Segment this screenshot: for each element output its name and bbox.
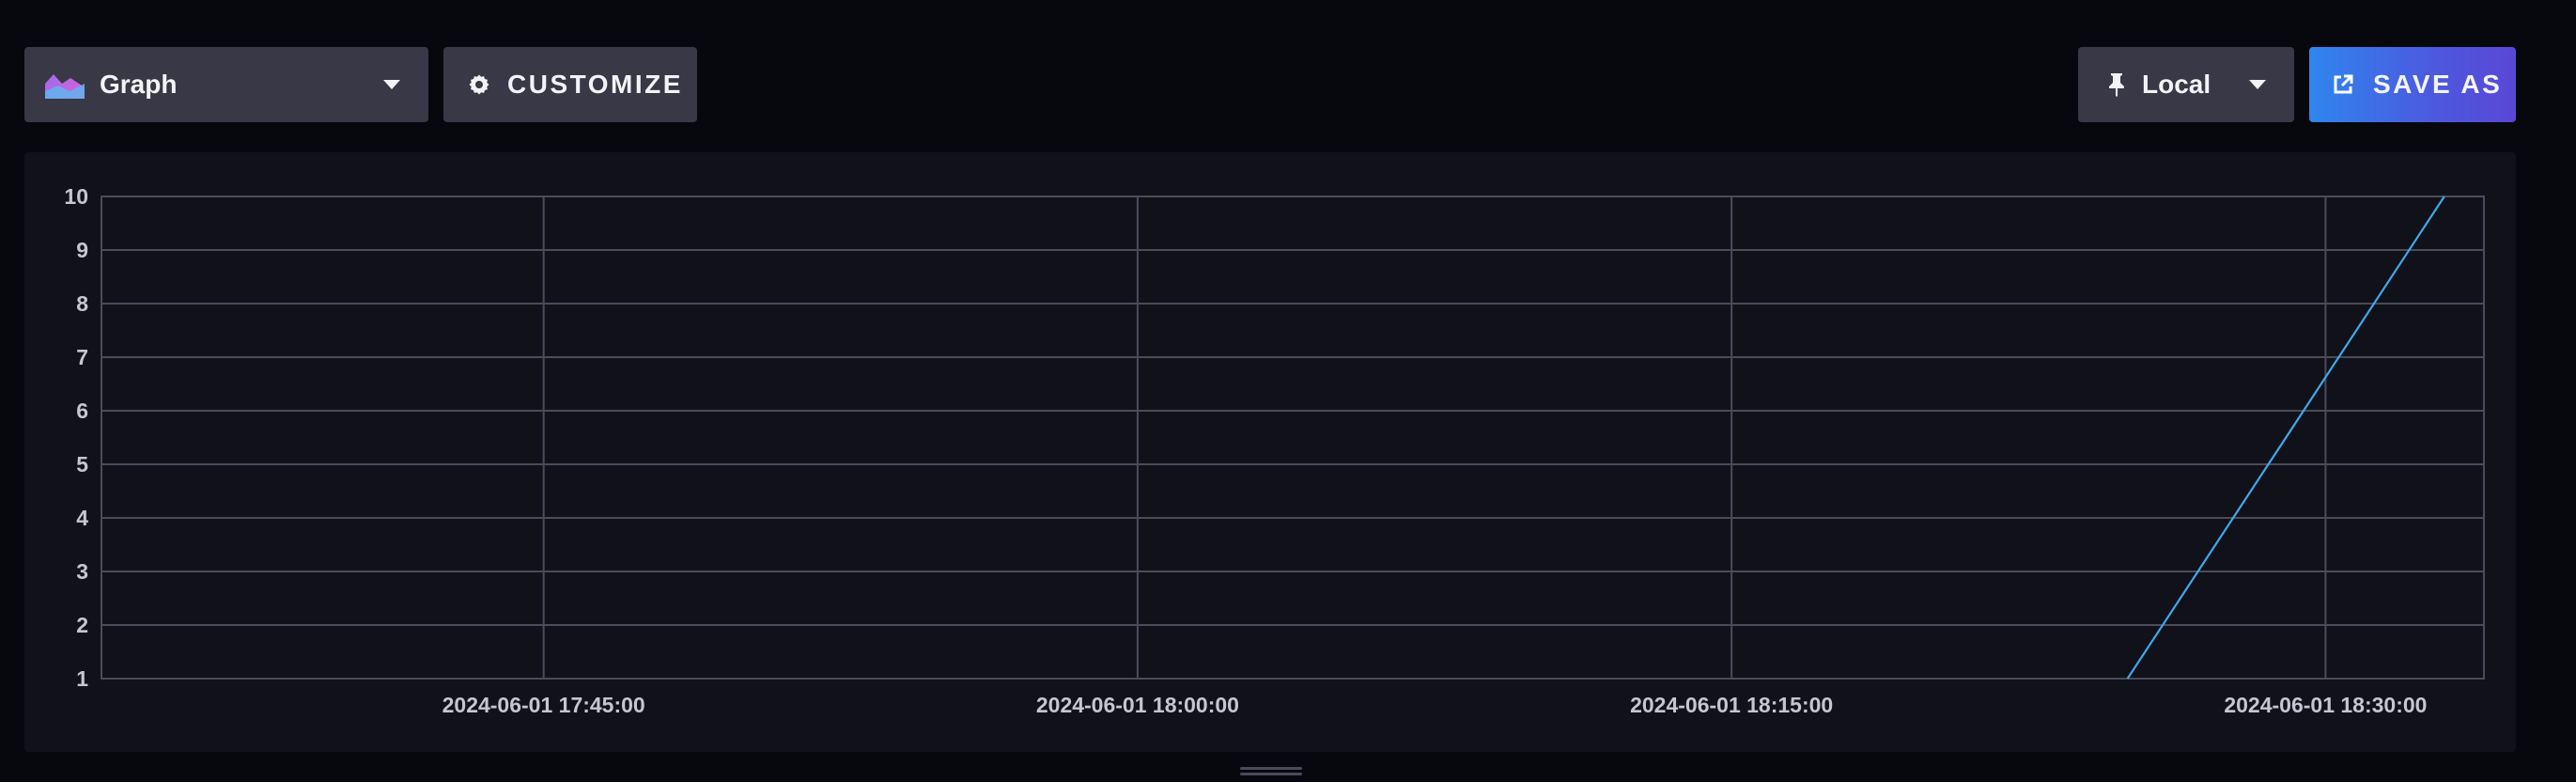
line-graph: 1 2 3 4 5 6 7 8 9 10 2024-06-01 17:45:00 2024-06-01…: [64, 184, 2485, 717]
y-tick-label: 3: [76, 559, 88, 584]
pin-icon: [2109, 73, 2124, 97]
graph-type-icon: [45, 74, 85, 99]
visualization-type-label: Graph: [100, 70, 178, 99]
customize-label: CUSTOMIZE: [507, 70, 683, 99]
graph-panel: 1 2 3 4 5 6 7 8 9 10 2024-06-01 17:45:00 2024-06-01…: [24, 152, 2516, 752]
y-tick-label: 2: [76, 613, 88, 637]
x-tick-label: 2024-06-01 18:30:00: [2224, 693, 2427, 717]
y-tick-label: 1: [76, 666, 88, 691]
chevron-down-icon: [383, 80, 400, 89]
series-line: [2126, 196, 2445, 680]
save-as-button[interactable]: SAVE AS: [2309, 47, 2516, 122]
customize-button[interactable]: CUSTOMIZE: [443, 47, 697, 122]
toolbar: Graph CUSTOMIZE Local SAVE AS: [0, 0, 2576, 150]
y-tick-label: 7: [76, 345, 88, 369]
y-tick-label: 10: [64, 184, 88, 209]
y-tick-label: 6: [76, 399, 88, 423]
timezone-dropdown[interactable]: Local: [2078, 47, 2294, 122]
y-tick-label: 8: [76, 291, 88, 316]
gear-icon: [469, 74, 489, 95]
chevron-down-icon: [2249, 80, 2266, 89]
timezone-label: Local: [2142, 70, 2211, 99]
x-tick-label: 2024-06-01 17:45:00: [442, 693, 645, 717]
resize-handle[interactable]: [1240, 767, 1302, 776]
x-tick-label: 2024-06-01 18:15:00: [1630, 693, 1833, 717]
y-tick-label: 5: [76, 452, 88, 477]
external-link-icon: [2334, 74, 2353, 94]
save-as-label: SAVE AS: [2373, 70, 2503, 99]
plot-area-border: [101, 196, 2485, 680]
visualization-type-dropdown[interactable]: Graph: [24, 47, 428, 122]
y-tick-label: 4: [76, 506, 88, 530]
y-tick-label: 9: [76, 238, 88, 262]
x-tick-label: 2024-06-01 18:00:00: [1036, 693, 1239, 717]
